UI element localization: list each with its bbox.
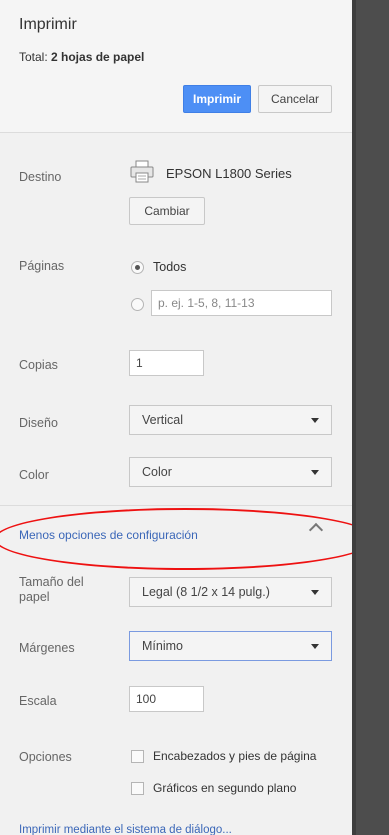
paper-size-select-value: Legal (8 1/2 x 14 pulg.) bbox=[142, 585, 270, 599]
copies-input[interactable]: 1 bbox=[129, 350, 204, 376]
paper-size-label: Tamaño del papel bbox=[19, 575, 84, 605]
layout-label: Diseño bbox=[19, 416, 58, 430]
background-graphics-checkbox[interactable] bbox=[131, 782, 144, 795]
print-header: Imprimir Total: 2 hojas de papel Imprimi… bbox=[0, 0, 352, 132]
print-settings-sidebar: Imprimir Total: 2 hojas de papel Imprimi… bbox=[0, 0, 352, 835]
change-destination-button[interactable]: Cambiar bbox=[129, 197, 205, 225]
paper-size-select[interactable]: Legal (8 1/2 x 14 pulg.) bbox=[129, 577, 332, 607]
margins-select[interactable]: Mínimo bbox=[129, 631, 332, 661]
color-label: Color bbox=[19, 468, 49, 482]
layout-select-value: Vertical bbox=[142, 413, 183, 427]
header-divider bbox=[0, 132, 352, 133]
headers-footers-checkbox[interactable] bbox=[131, 750, 144, 763]
pages-all-label: Todos bbox=[153, 260, 187, 274]
printer-icon bbox=[130, 160, 154, 183]
paper-size-label-line1: Tamaño del bbox=[19, 575, 84, 589]
print-button[interactable]: Imprimir bbox=[183, 85, 251, 113]
background-graphics-label: Gráficos en segundo plano bbox=[153, 781, 297, 795]
pages-range-input[interactable]: p. ej. 1-5, 8, 11-13 bbox=[151, 290, 332, 316]
system-dialog-link[interactable]: Imprimir mediante el sistema de diálogo.… bbox=[19, 824, 232, 835]
scale-label: Escala bbox=[19, 694, 57, 708]
pages-all-radio[interactable] bbox=[131, 261, 144, 274]
paper-size-label-line2: papel bbox=[19, 590, 50, 604]
dropdown-arrow-icon bbox=[311, 417, 319, 423]
color-select[interactable]: Color bbox=[129, 457, 332, 487]
red-highlight-oval bbox=[0, 508, 352, 570]
dropdown-arrow-icon bbox=[311, 589, 319, 595]
cancel-button[interactable]: Cancelar bbox=[258, 85, 332, 113]
destination-label: Destino bbox=[19, 170, 62, 184]
options-label: Opciones bbox=[19, 750, 72, 764]
dropdown-arrow-icon bbox=[311, 643, 319, 649]
pages-label: Páginas bbox=[19, 259, 65, 273]
dropdown-arrow-icon bbox=[311, 469, 319, 475]
printer-name: EPSON L1800 Series bbox=[166, 166, 292, 181]
print-preview-pane bbox=[352, 0, 389, 835]
margins-label: Márgenes bbox=[19, 641, 75, 655]
color-select-value: Color bbox=[142, 465, 172, 479]
preview-edge bbox=[352, 0, 356, 835]
dialog-title: Imprimir bbox=[19, 16, 77, 33]
section-divider bbox=[0, 505, 352, 506]
summary-prefix: Total: bbox=[19, 50, 52, 64]
layout-select[interactable]: Vertical bbox=[129, 405, 332, 435]
sheet-summary: Total: 2 hojas de papel bbox=[19, 50, 144, 64]
scale-input[interactable]: 100 bbox=[129, 686, 204, 712]
pages-custom-radio[interactable] bbox=[131, 298, 144, 311]
headers-footers-label: Encabezados y pies de página bbox=[153, 749, 317, 763]
margins-select-value: Mínimo bbox=[142, 639, 183, 653]
copies-label: Copias bbox=[19, 358, 58, 372]
summary-value: 2 hojas de papel bbox=[51, 50, 145, 64]
